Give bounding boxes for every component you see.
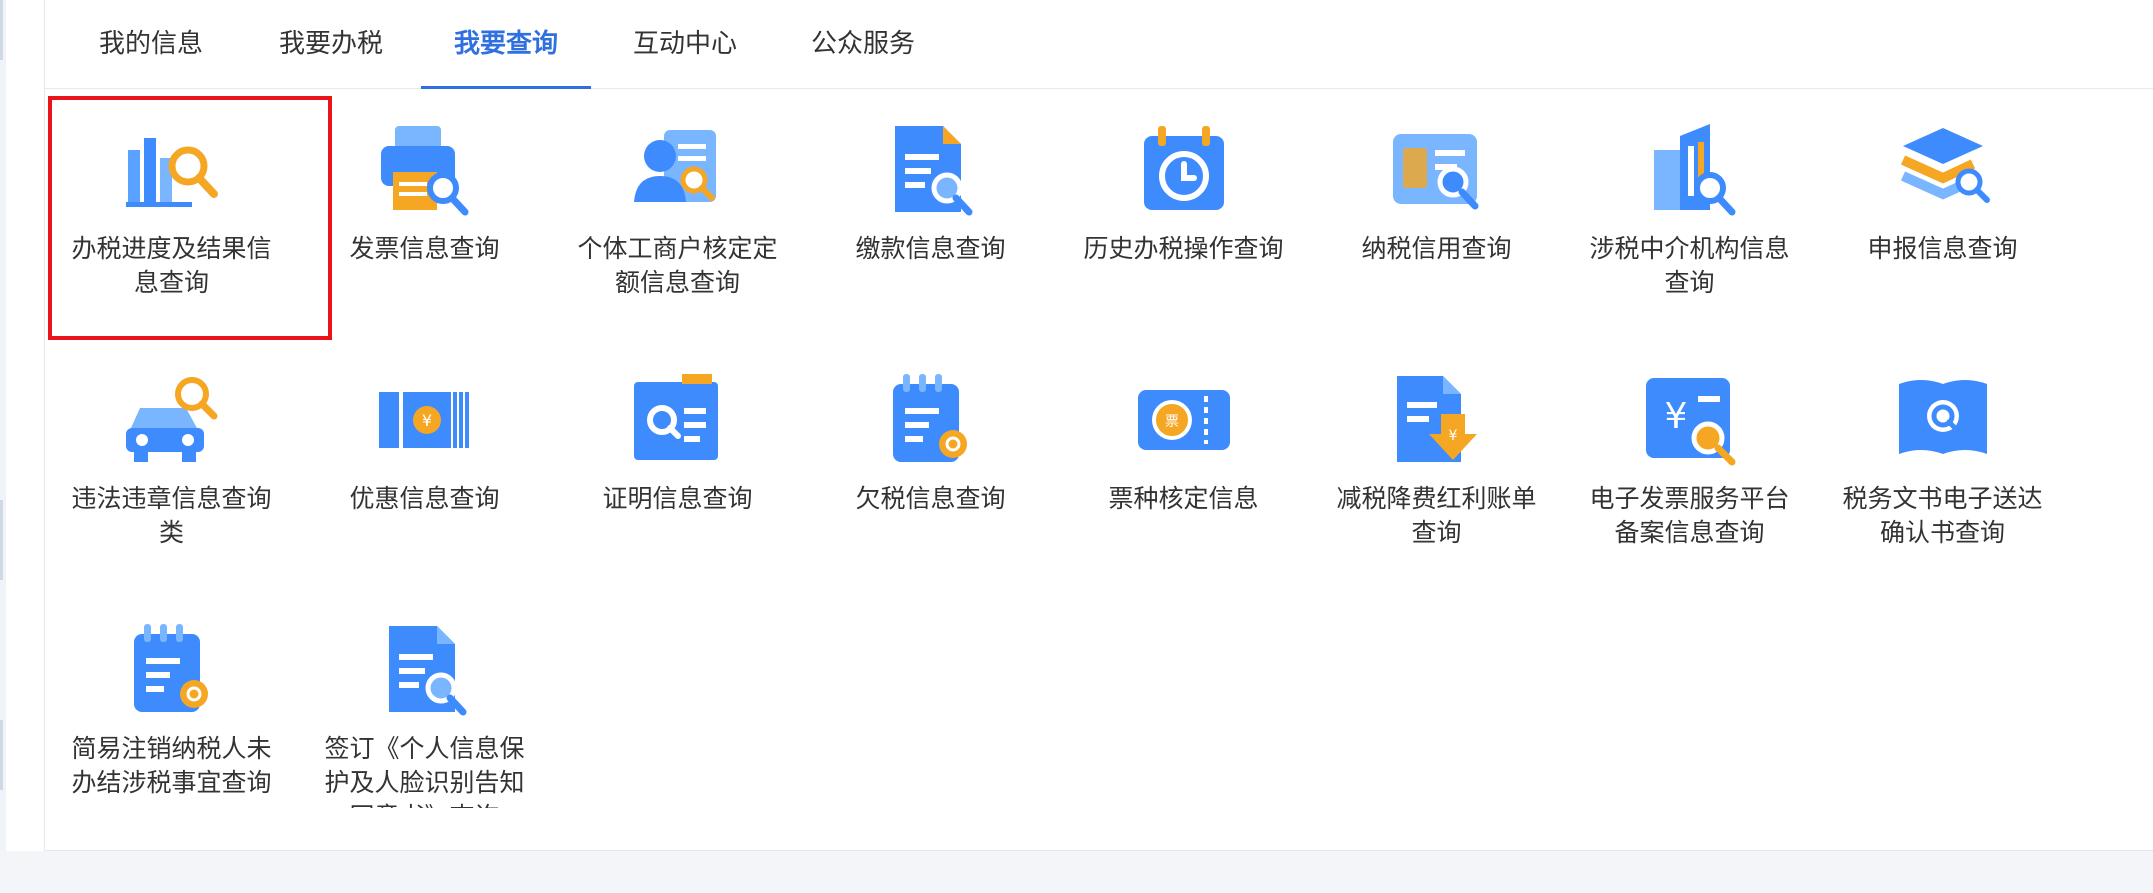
notepad-search-icon [881,370,981,470]
user-card-search-icon [628,120,728,220]
ticket-type-icon: 票 [1134,370,1234,470]
query-item-label: 缴款信息查询 [855,234,1006,263]
ticket-yuan-icon: ¥ [375,370,475,470]
query-item-label: 简易注销纳税人未 办结涉税事宜查询 [71,734,272,797]
query-item-quota[interactable]: 个体工商户核定定 额信息查询 [551,90,804,320]
car-search-icon [122,370,222,470]
tab-public-service[interactable]: 公众服务 [801,0,925,88]
query-item-label: 欠税信息查询 [855,484,1006,513]
layers-search-icon [1893,120,1993,220]
query-item-label: 优惠信息查询 [349,484,500,513]
query-item-tax-progress[interactable]: 办税进度及结果信 息查询 [45,90,298,320]
calendar-history-icon [1134,120,1234,220]
query-item-label: 纳税信用查询 [1361,234,1512,263]
query-item-label: 个体工商户核定定 额信息查询 [577,234,778,297]
query-item-payment[interactable]: 缴款信息查询 [804,90,1057,320]
document-search-icon [375,620,475,720]
query-item-certificate[interactable]: 证明信息查询 [551,340,804,570]
query-item-label: 证明信息查询 [602,484,753,513]
query-item-simple-cancellation[interactable]: 简易注销纳税人未 办结涉税事宜查询 [45,590,298,820]
query-item-arrears[interactable]: 欠税信息查询 [804,340,1057,570]
printer-search-icon [375,120,475,220]
query-item-violation[interactable]: 违法违章信息查询 类 [45,340,298,570]
document-search-icon [881,120,981,220]
credit-card-search-icon [1387,120,1487,220]
bottom-strip [0,851,2153,893]
book-search-icon [1893,370,1993,470]
tab-interaction-center[interactable]: 互动中心 [623,0,747,88]
query-item-agency[interactable]: 涉税中介机构信息 查询 [1563,90,1816,320]
query-item-label: 涉税中介机构信息 查询 [1589,234,1790,297]
query-item-label: 历史办税操作查询 [1083,234,1284,263]
yuan-card-search-icon: ¥ [1640,370,1740,470]
certificate-search-icon [628,370,728,470]
query-item-preferential[interactable]: ¥ 优惠信息查询 [298,340,551,570]
tab-query[interactable]: 我要查询 [421,0,591,89]
query-item-label: 票种核定信息 [1108,484,1259,513]
query-item-history[interactable]: 历史办税操作查询 [1057,90,1310,320]
query-item-tax-reduction[interactable]: ¥ 减税降费红利账单 查询 [1310,340,1563,570]
svg-text:¥: ¥ [1448,428,1457,444]
document-arrow-down-icon: ¥ [1387,370,1487,470]
svg-text:¥: ¥ [1664,396,1687,437]
query-item-label: 减税降费红利账单 查询 [1336,484,1537,547]
svg-text:¥: ¥ [421,411,431,430]
query-item-ticket-type[interactable]: 票 票种核定信息 [1057,340,1310,570]
query-item-face-consent[interactable]: 签订《个人信息保 护及人脸识别告知 同意书》查询 [298,590,551,820]
tab-bar: 我的信息 我要办税 我要查询 互动中心 公众服务 [45,0,2153,89]
bar-chart-search-icon [122,120,222,220]
query-item-document-delivery[interactable]: 税务文书电子送达 确认书查询 [1816,340,2069,570]
svg-text:票: 票 [1165,414,1179,430]
edge-mark [0,500,3,580]
query-item-credit[interactable]: 纳税信用查询 [1310,90,1563,320]
tab-tax-handling[interactable]: 我要办税 [271,0,391,88]
query-item-label: 签订《个人信息保 护及人脸识别告知 同意书》查询 [324,734,525,808]
tab-my-info[interactable]: 我的信息 [91,0,211,88]
query-item-label: 税务文书电子送达 确认书查询 [1842,484,2043,547]
edge-mark [0,720,3,790]
query-item-label: 违法违章信息查询 类 [71,484,272,547]
query-item-e-invoice[interactable]: ¥ 电子发票服务平台 备案信息查询 [1563,340,1816,570]
query-item-label: 电子发票服务平台 备案信息查询 [1589,484,1790,547]
left-edge [0,0,6,893]
query-item-invoice[interactable]: 发票信息查询 [298,90,551,320]
building-search-icon [1640,120,1740,220]
query-item-declaration[interactable]: 申报信息查询 [1816,90,2069,320]
edge-mark [0,0,3,60]
query-grid: 办税进度及结果信 息查询 发票信息查询 个体工商户核定定 额信息查询 缴款信息查… [45,90,2153,810]
notepad-search-icon [122,620,222,720]
query-item-label: 办税进度及结果信 息查询 [71,234,272,297]
query-item-label: 发票信息查询 [349,234,500,263]
query-panel: 我的信息 我要办税 我要查询 互动中心 公众服务 办税进度及结果信 息查询 发票… [44,0,2153,851]
query-item-label: 申报信息查询 [1867,234,2018,263]
